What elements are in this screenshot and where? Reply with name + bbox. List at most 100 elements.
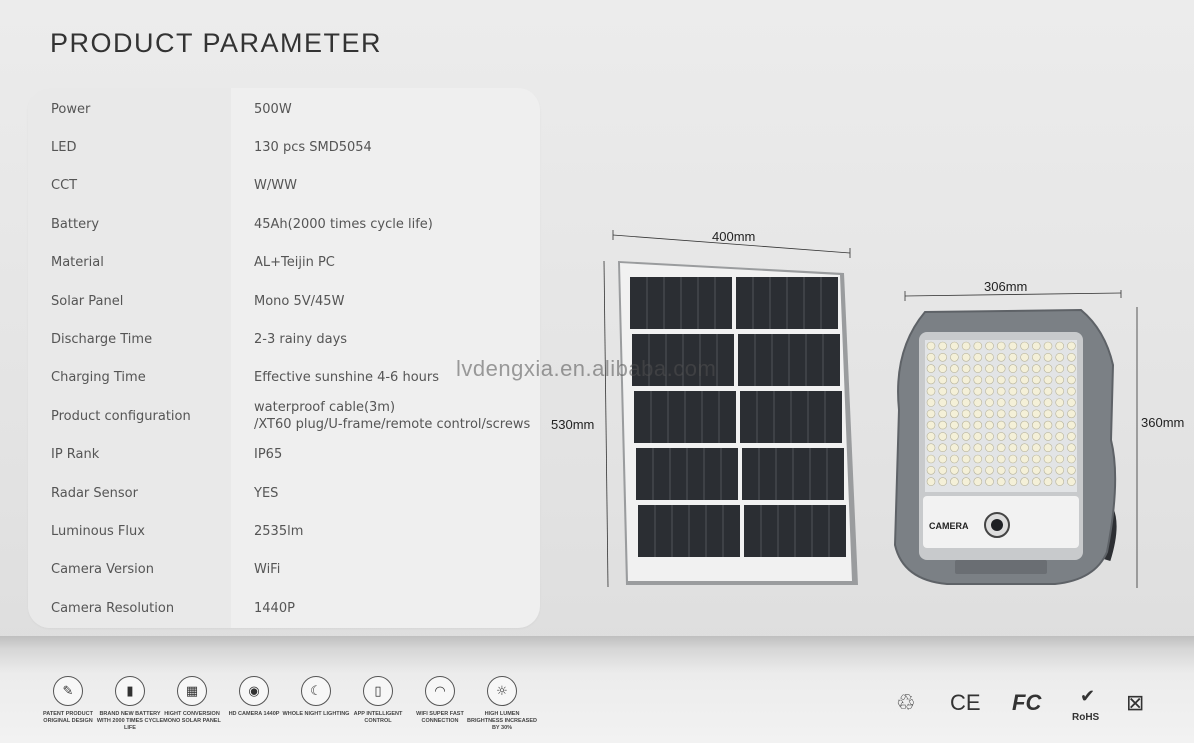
led-chip <box>950 353 959 362</box>
battery-icon: ▮ <box>115 676 145 706</box>
led-chip <box>996 375 1006 385</box>
led-chip <box>1055 341 1064 351</box>
parameter-row: Battery 45Ah(2000 times cycle life) <box>28 205 540 243</box>
led-chip <box>926 375 936 385</box>
led-chip <box>950 398 959 407</box>
parameter-row: Camera Resolution 1440P <box>28 589 540 627</box>
led-chip <box>950 420 959 430</box>
parameter-value-text: 45Ah(2000 times cycle life) <box>254 216 433 232</box>
led-chip <box>1032 409 1041 419</box>
parameter-label: Material <box>51 255 104 271</box>
wifi-icon: ◠ <box>425 676 455 706</box>
led-chip <box>961 409 971 419</box>
led-chip <box>1067 375 1076 385</box>
parameter-label: CCT <box>51 178 78 194</box>
led-chip <box>985 466 994 475</box>
led-chip <box>1020 375 1029 385</box>
led-chip <box>1043 386 1053 396</box>
led-chip <box>1055 443 1064 452</box>
parameter-value-text: WiFi <box>254 562 281 578</box>
led-chip <box>950 409 959 419</box>
parameter-row: Camera Version WiFi <box>28 551 540 589</box>
led-chip <box>926 443 936 452</box>
parameter-value: 45Ah(2000 times cycle life) <box>231 216 433 233</box>
led-chip <box>1043 477 1053 486</box>
led-chip <box>1067 364 1076 373</box>
light-height-label: 360mm <box>1141 415 1185 430</box>
led-chip <box>950 443 959 452</box>
parameter-row: Discharge Time 2-3 rainy days <box>28 320 540 358</box>
led-chip <box>961 398 971 407</box>
led-chip <box>996 443 1006 452</box>
led-chip <box>1055 454 1064 464</box>
parameter-label: Luminous Flux <box>51 523 145 539</box>
parameter-row: Material AL+Teijin PC <box>28 244 540 282</box>
led-chip <box>1032 432 1041 441</box>
parameter-value-text: 130 pcs SMD5054 <box>254 139 372 155</box>
led-chip <box>938 375 948 385</box>
parameter-value-text: waterproof cable(3m) <box>254 400 396 416</box>
page-title: PRODUCT PARAMETER <box>50 28 383 58</box>
led-chip <box>996 409 1006 419</box>
led-chip <box>926 420 936 430</box>
led-chip <box>938 341 948 351</box>
led-chip <box>996 454 1006 464</box>
led-chip <box>926 466 936 475</box>
led-chip <box>1020 398 1029 407</box>
led-chip <box>1020 409 1029 419</box>
led-chip <box>1032 454 1041 464</box>
parameter-value-text: IP65 <box>254 447 283 463</box>
led-chip <box>996 386 1006 396</box>
parameter-value-text: YES <box>254 485 279 501</box>
parameter-row: Luminous Flux 2535lm <box>28 512 540 550</box>
led-chip <box>938 443 948 452</box>
led-chip <box>938 386 948 396</box>
parameter-value-text-line2: /XT60 plug/U-frame/remote control/screws <box>254 417 531 433</box>
parameter-label: Discharge Time <box>51 331 153 347</box>
night-light-icon: ☾ <box>301 676 331 706</box>
parameter-row: IP Rank IP65 <box>28 436 540 474</box>
led-chip <box>973 443 983 452</box>
parameter-value: Mono 5V/45W <box>231 293 344 310</box>
led-chip <box>926 454 936 464</box>
led-chip <box>1032 341 1041 351</box>
led-chip <box>1043 432 1053 441</box>
led-chip <box>938 420 948 430</box>
led-chip <box>938 364 948 373</box>
parameter-row: Product configuration waterproof cable(3m… <box>28 397 540 435</box>
led-chip <box>996 364 1006 373</box>
led-chip <box>961 420 971 430</box>
led-chip <box>985 398 994 407</box>
led-chip <box>950 477 959 486</box>
camera-label: CAMERA <box>929 521 969 531</box>
parameter-label: Power <box>51 101 91 117</box>
parameter-value: IP65 <box>231 446 282 463</box>
led-chip <box>926 353 936 362</box>
led-chip <box>1067 386 1076 396</box>
led-chip <box>1008 386 1018 396</box>
led-chip <box>985 443 994 452</box>
light-width-label: 306mm <box>984 279 1028 294</box>
led-chip <box>985 375 994 385</box>
app-control-icon: ▯ <box>363 676 393 706</box>
led-chip <box>950 454 959 464</box>
led-chip <box>1032 477 1041 486</box>
parameter-label: Charging Time <box>51 370 146 386</box>
led-chip <box>961 375 971 385</box>
led-chip <box>1043 443 1053 452</box>
led-chip <box>973 454 983 464</box>
parameter-label: Camera Resolution <box>51 600 175 616</box>
parameter-label: Radar Sensor <box>51 485 138 501</box>
parameter-value: 2535lm <box>231 523 303 540</box>
parameter-value-text: 2-3 rainy days <box>254 331 348 347</box>
parameter-value: waterproof cable(3m)/XT60 plug/U-frame/r… <box>231 399 530 433</box>
led-chip <box>985 454 994 464</box>
led-chip <box>938 466 948 475</box>
panel-height-dim-line <box>603 260 609 588</box>
led-chip <box>985 386 994 396</box>
led-chip <box>938 454 948 464</box>
parameter-value: Effective sunshine 4-6 hours <box>231 369 439 386</box>
parameter-value: 130 pcs SMD5054 <box>231 139 372 156</box>
rohs-mark-icon: RoHS <box>1072 712 1100 723</box>
led-chip <box>973 398 983 407</box>
